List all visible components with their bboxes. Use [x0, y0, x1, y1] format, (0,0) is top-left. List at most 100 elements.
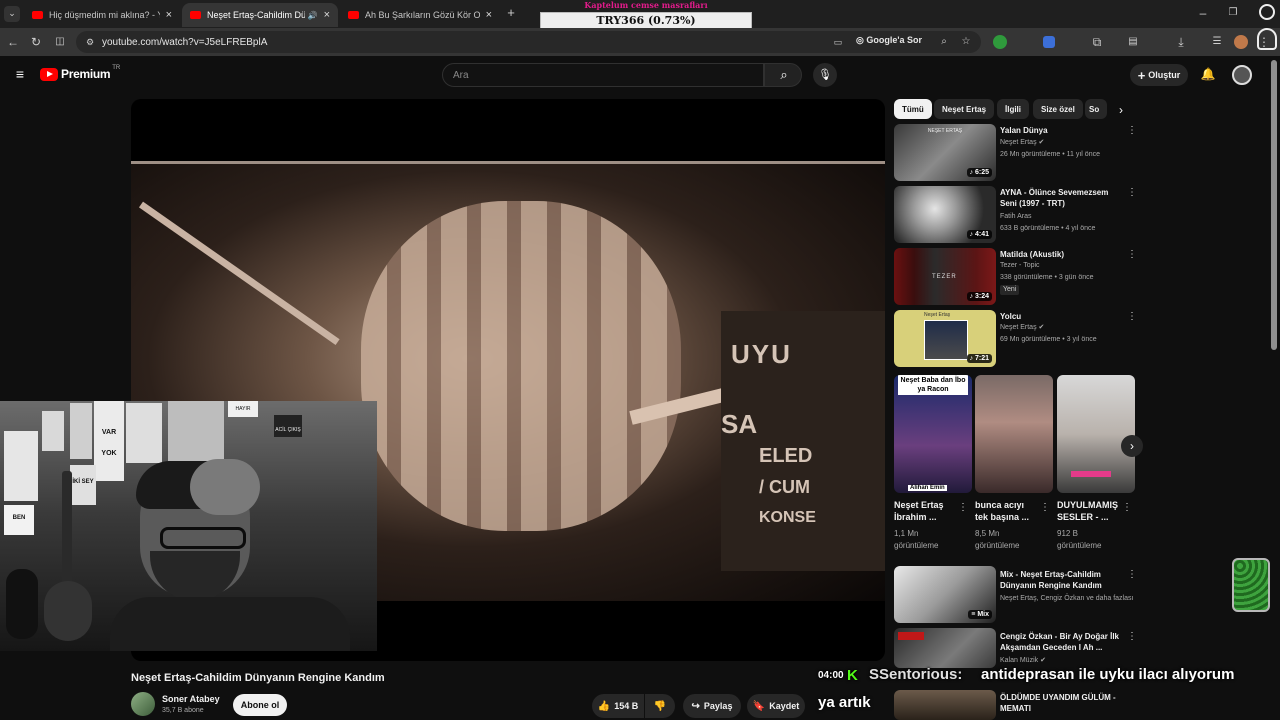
recommendation-title[interactable]: ÖLDÜMDE UYANDIM GÜLÜM - MEMATI — [1000, 692, 1122, 714]
tab-search-icon[interactable]: ☰ — [1210, 35, 1224, 49]
recommendation-channel[interactable]: Fatih Aras — [1000, 212, 1032, 222]
sign-line: / CUM — [759, 477, 810, 497]
close-icon[interactable]: × — [166, 9, 172, 21]
short-thumbnail[interactable] — [975, 375, 1053, 493]
speaker-icon[interactable]: 🔊 — [308, 11, 318, 20]
chevron-right-icon[interactable]: › — [1114, 103, 1128, 117]
recommendation-channel[interactable]: Tezer - Topic — [1000, 261, 1040, 271]
account-avatar[interactable] — [1232, 65, 1252, 85]
recommendation-channel[interactable]: Neşet Ertaş ✔ — [1000, 138, 1044, 148]
tab-2[interactable]: Neşet Ertaş-Cahildim Dünya 🔊 × — [182, 3, 338, 27]
extension-green-icon[interactable] — [993, 35, 1007, 49]
new-tab-icon[interactable]: + — [504, 6, 518, 20]
short-title[interactable]: bunca acıyı tek başına ... — [975, 499, 1037, 523]
short-title[interactable]: DUYULMAMIŞ SESLER - ... — [1057, 499, 1119, 523]
site-info-icon[interactable]: ⚙ — [84, 35, 96, 49]
background-sign: UYU SA ELED / CUM KONSE — [721, 311, 885, 571]
voice-search-button[interactable]: 🎙 — [813, 63, 837, 87]
address-bar[interactable]: ⚙ youtube.com/watch?v=J5eLFREBplA ▭ ◎ Go… — [76, 31, 981, 53]
chat-message: antideprasan ile uyku ilacı alıyorum — [981, 666, 1235, 683]
back-icon[interactable]: ← — [6, 35, 20, 49]
save-label: Kaydet — [769, 701, 800, 711]
short-thumbnail[interactable] — [1057, 375, 1135, 493]
dislike-button[interactable]: 👎 — [645, 694, 675, 718]
create-button[interactable]: + Oluştur — [1130, 64, 1188, 86]
page-scrollbar[interactable] — [1271, 60, 1277, 350]
channel-avatar[interactable] — [131, 692, 155, 716]
more-actions-icon[interactable]: ⋮ — [1127, 569, 1137, 580]
youtube-favicon-icon — [190, 11, 201, 19]
poster — [4, 431, 38, 501]
recommendation-meta: 69 Mn görüntüleme • 3 yıl önce — [1000, 336, 1097, 343]
extensions-puzzle-icon[interactable]: ⧉ — [1090, 35, 1104, 49]
chip-related[interactable]: İlgili — [997, 99, 1029, 119]
extension-blue-icon[interactable] — [1043, 36, 1055, 48]
shorts-next-button[interactable]: › — [1121, 435, 1143, 457]
tab-3[interactable]: Ah Bu Şarkıların Gözü Kör Olsun × — [340, 3, 500, 27]
browser-toolbar: ← ↻ ◫ ⚙ youtube.com/watch?v=J5eLFREBplA … — [0, 28, 1280, 56]
share-button[interactable]: ↪ Paylaş — [683, 694, 741, 718]
streamer-hand — [190, 459, 260, 515]
thumbnail-caption: NEŞET ERTAŞ — [927, 128, 963, 134]
more-actions-icon[interactable]: ⋮ — [1127, 187, 1137, 198]
video-thumbnail[interactable] — [894, 628, 996, 668]
chip-all[interactable]: Tümü — [894, 99, 932, 119]
zoom-icon[interactable]: ⌕ — [938, 35, 950, 49]
more-actions-icon[interactable]: ⋮ — [1127, 311, 1137, 322]
download-icon[interactable]: ⤓ — [1174, 35, 1188, 49]
short-title[interactable]: Neşet Ertaş İbrahim ... — [894, 499, 956, 523]
tab-list-icon[interactable]: ⌄ — [4, 6, 20, 22]
more-actions-icon[interactable]: ⋮ — [1127, 125, 1137, 136]
logo-text: Premium — [61, 67, 111, 81]
video-thumbnail[interactable]: TEZER ♪ 3:24 — [894, 248, 996, 305]
recommendation-title[interactable]: Cengiz Özkan - Bir Ay Doğar İlk Akşamdan… — [1000, 631, 1122, 653]
more-actions-icon[interactable]: ⋮ — [1122, 502, 1132, 513]
search-button[interactable]: ⌕ — [764, 63, 802, 87]
recommendation-channel[interactable]: Kalan Müzik ✔ — [1000, 656, 1046, 666]
video-thumbnail[interactable]: NEŞET ERTAŞ ♪ 6:25 — [894, 124, 996, 181]
close-icon[interactable]: × — [324, 9, 330, 21]
recommendation-channel[interactable]: Neşet Ertaş ✔ — [1000, 323, 1044, 333]
tab-1[interactable]: Hiç düşmedim mi aklına? - You × — [24, 3, 180, 27]
chat-username: SSentorious: — [869, 666, 963, 683]
goal-counter: TRY366 (0.73%) — [596, 14, 696, 27]
sidebar-icon[interactable]: ◫ — [53, 35, 67, 49]
mix-thumbnail[interactable]: ≡ Mix — [894, 566, 996, 623]
notifications-bell-icon[interactable]: 🔔 — [1200, 67, 1216, 81]
search-input[interactable]: Ara — [442, 63, 764, 87]
ask-google-button[interactable]: ◎ Google'a Sor — [856, 35, 922, 46]
restore-icon[interactable]: ❐ — [1226, 6, 1240, 20]
like-button[interactable]: 👍 154 B — [592, 694, 644, 718]
more-actions-icon[interactable]: ⋮ — [958, 502, 968, 513]
more-actions-icon[interactable]: ⋮ — [1127, 631, 1137, 642]
chip-neset-ertas[interactable]: Neşet Ertaş — [934, 99, 995, 119]
video-thumbnail[interactable]: Neşet Ertaş ♪ 7:21 — [894, 310, 996, 367]
save-button[interactable]: 🔖 Kaydet — [747, 694, 805, 718]
recommendation-title[interactable]: Yalan Dünya — [1000, 125, 1120, 136]
subscribe-button[interactable]: Abone ol — [233, 694, 287, 716]
chip-for-you[interactable]: Size özel — [1033, 99, 1083, 119]
microphone — [6, 569, 38, 639]
video-thumbnail[interactable]: ♪ 4:41 — [894, 186, 996, 243]
poster-text: HAYIR — [235, 406, 251, 412]
more-actions-icon[interactable]: ⋮ — [1127, 249, 1137, 260]
recommendation-title[interactable]: Yolcu — [1000, 311, 1120, 322]
minimize-icon[interactable]: – — [1196, 6, 1210, 20]
reading-list-icon[interactable]: ▤ — [1126, 35, 1140, 49]
hamburger-menu-icon[interactable]: ≡ — [12, 67, 28, 81]
video-thumbnail[interactable] — [894, 690, 996, 720]
cast-icon[interactable]: ▭ — [832, 35, 844, 49]
close-icon[interactable]: × — [486, 9, 492, 21]
more-actions-icon[interactable]: ⋮ — [1040, 502, 1050, 513]
recommendation-title[interactable]: Matilda (Akustik) — [1000, 249, 1120, 260]
bookmark-star-icon[interactable]: ☆ — [960, 35, 972, 49]
short-thumbnail[interactable]: Neşet Baba dan İbo ya Racon Alihan Emin — [894, 375, 972, 493]
mix-title[interactable]: Mix - Neşet Ertaş-Cahildim Dünyanın Reng… — [1000, 569, 1122, 591]
recommendation-title[interactable]: AYNA - Ölünce Sevemezsem Seni (1997 - TR… — [1000, 187, 1122, 209]
youtube-logo[interactable]: Premium TR — [40, 65, 120, 81]
profile-avatar[interactable] — [1234, 35, 1248, 49]
channel-name[interactable]: Soner Atabey — [162, 694, 220, 704]
thumbnail-caption: TEZER — [932, 274, 957, 280]
reload-icon[interactable]: ↻ — [29, 35, 43, 49]
chip-more[interactable]: So — [1085, 99, 1107, 119]
